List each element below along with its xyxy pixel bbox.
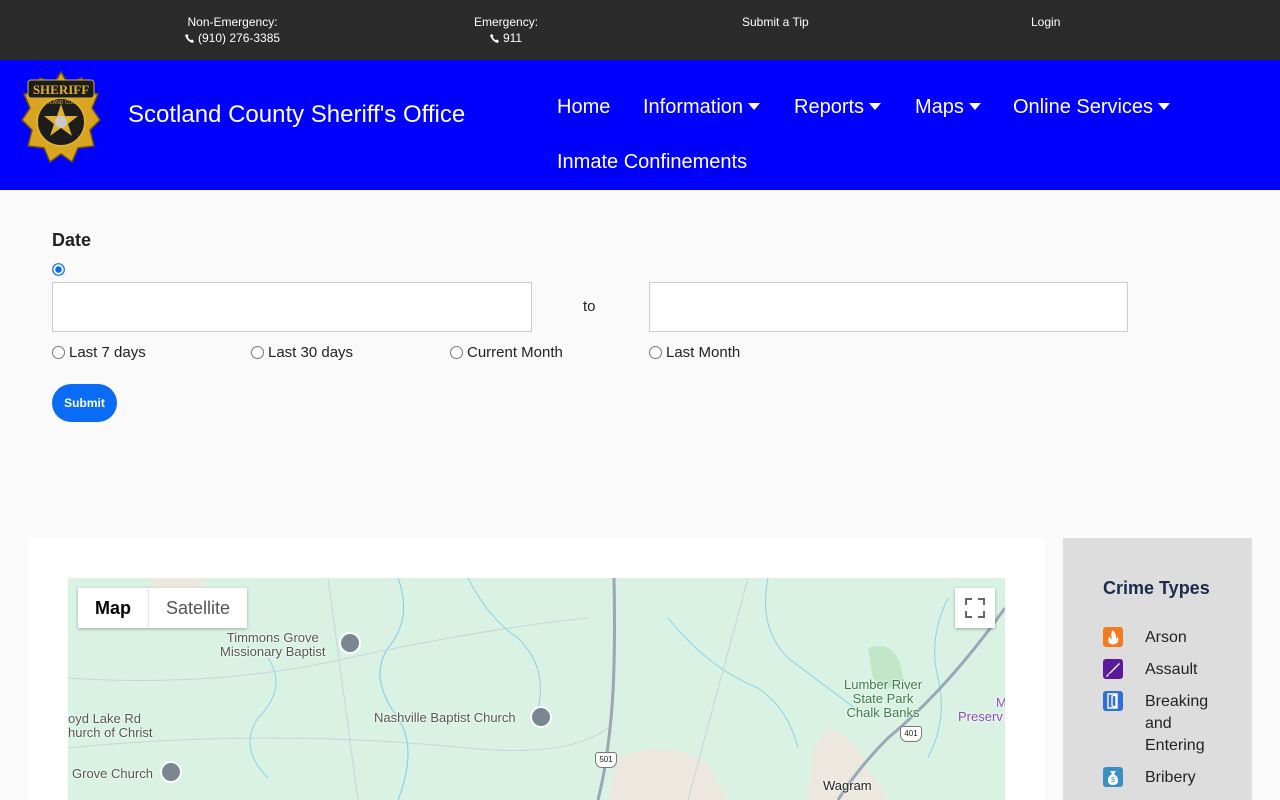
non-emergency-contact: Non-Emergency: (910) 276-3385 [185,14,280,46]
main-header: SHERIFF SCOTLAND COUNTY Scotland County … [0,60,1280,190]
church-pin-icon[interactable] [530,706,552,728]
map-label-grove-church: Grove Church [72,766,153,781]
emergency-phone: 911 [502,31,523,45]
map-label-preserve: Preserv [958,709,1003,724]
last-7-days-option[interactable]: Last 7 days [52,344,146,361]
nav-online-services[interactable]: Online Services [1013,96,1171,119]
nav-inmate-label: Inmate Confinements [557,151,748,173]
non-emergency-phone-link[interactable]: (910) 276-3385 [185,30,280,46]
nav-reports-label: Reports [794,96,865,118]
caret-down-icon [748,103,761,110]
date-to-input[interactable] [649,282,1128,332]
crime-map[interactable]: Timmons Grove Missionary Baptist Nashvil… [68,578,1005,800]
legend-item-breaking-entering[interactable]: Breaking and Entering [1103,691,1225,757]
radio-icon [450,346,463,359]
nav-home-label: Home [557,96,611,118]
map-label-lumber-river: Lumber River State Park Chalk Banks [844,677,923,720]
emergency-label: Emergency: [474,15,539,29]
legend-label-bribery: Bribery [1145,769,1196,786]
svg-text:$: $ [1111,777,1115,784]
fullscreen-button[interactable] [955,588,995,628]
logo-text: SHERIFF [33,82,89,97]
nav-information-label: Information [643,96,744,118]
submit-button[interactable]: Submit [52,384,117,422]
emergency-phone-link[interactable]: 911 [474,30,538,46]
legend-item-assault[interactable]: Assault [1103,659,1225,681]
phone-icon [489,34,499,43]
caret-down-icon [869,103,882,110]
logo-subtext: SCOTLAND COUNTY [36,100,86,106]
legend-item-arson[interactable]: Arson [1103,627,1225,649]
date-from-input[interactable] [52,282,532,332]
nav-reports[interactable]: Reports [794,96,882,119]
map-label-preserve-m: M [996,695,1005,710]
login-link[interactable]: Login [1031,14,1060,30]
non-emergency-phone: (910) 276-3385 [198,31,281,45]
custom-range-radio[interactable] [52,263,65,276]
map-label-nashville: Nashville Baptist Church [374,710,516,725]
fullscreen-icon [965,598,985,618]
date-heading: Date [52,230,92,250]
legend-label-breaking-entering: Breaking and Entering [1145,693,1209,754]
sheriff-badge-logo[interactable]: SHERIFF SCOTLAND COUNTY [20,70,102,170]
nav-home[interactable]: Home [557,96,610,119]
last-30-days-label: Last 30 days [268,344,354,361]
door-icon [1103,691,1123,711]
caret-down-icon [968,103,981,110]
map-label-timmons-grove: Timmons Grove Missionary Baptist [220,630,326,659]
nav-information[interactable]: Information [643,96,761,119]
radio-icon [251,346,264,359]
last-month-label: Last Month [666,344,741,361]
submit-tip-link[interactable]: Submit a Tip [742,14,809,30]
money-bag-icon: $ [1103,767,1123,787]
crime-types-title: Crime Types [1103,578,1210,598]
current-month-option[interactable]: Current Month [450,344,563,361]
legend-item-bribery[interactable]: $ Bribery [1103,767,1225,789]
emergency-contact: Emergency: 911 [474,14,538,46]
knife-icon [1103,659,1123,679]
route-501-shield-icon: 501 [595,752,617,768]
nav-online-services-label: Online Services [1013,96,1154,118]
radio-icon [52,346,65,359]
site-title[interactable]: Scotland County Sheriff's Office [128,101,465,129]
last-month-option[interactable]: Last Month [649,344,740,361]
crime-types-panel: Crime Types Arson Assault Breaking and E… [1063,538,1252,800]
to-label: to [583,298,596,315]
legend-label-assault: Assault [1145,661,1198,678]
church-pin-icon[interactable] [339,632,361,654]
map-label-wagram: Wagram [823,778,872,793]
non-emergency-label: Non-Emergency: [187,15,278,29]
caret-down-icon [1158,103,1171,110]
phone-icon [185,34,194,43]
fire-icon [1103,627,1123,647]
nav-maps[interactable]: Maps [915,96,981,119]
nav-inmate-confinements[interactable]: Inmate Confinements [557,151,747,174]
church-pin-icon[interactable] [160,761,182,783]
top-bar: Non-Emergency: (910) 276-3385 Emergency:… [0,0,1280,60]
map-view-button[interactable]: Map [78,588,148,628]
current-month-label: Current Month [467,344,563,361]
map-label-boyd-lake: oyd Lake Rd hurch of Christ [68,711,153,740]
nav-maps-label: Maps [915,96,964,118]
satellite-view-button[interactable]: Satellite [148,588,247,628]
legend-label-arson: Arson [1145,629,1187,646]
map-type-toggle: Map Satellite [78,588,248,628]
last-7-days-label: Last 7 days [69,344,146,361]
radio-icon [649,346,662,359]
route-401-shield-icon: 401 [900,726,922,742]
last-30-days-option[interactable]: Last 30 days [251,344,353,361]
